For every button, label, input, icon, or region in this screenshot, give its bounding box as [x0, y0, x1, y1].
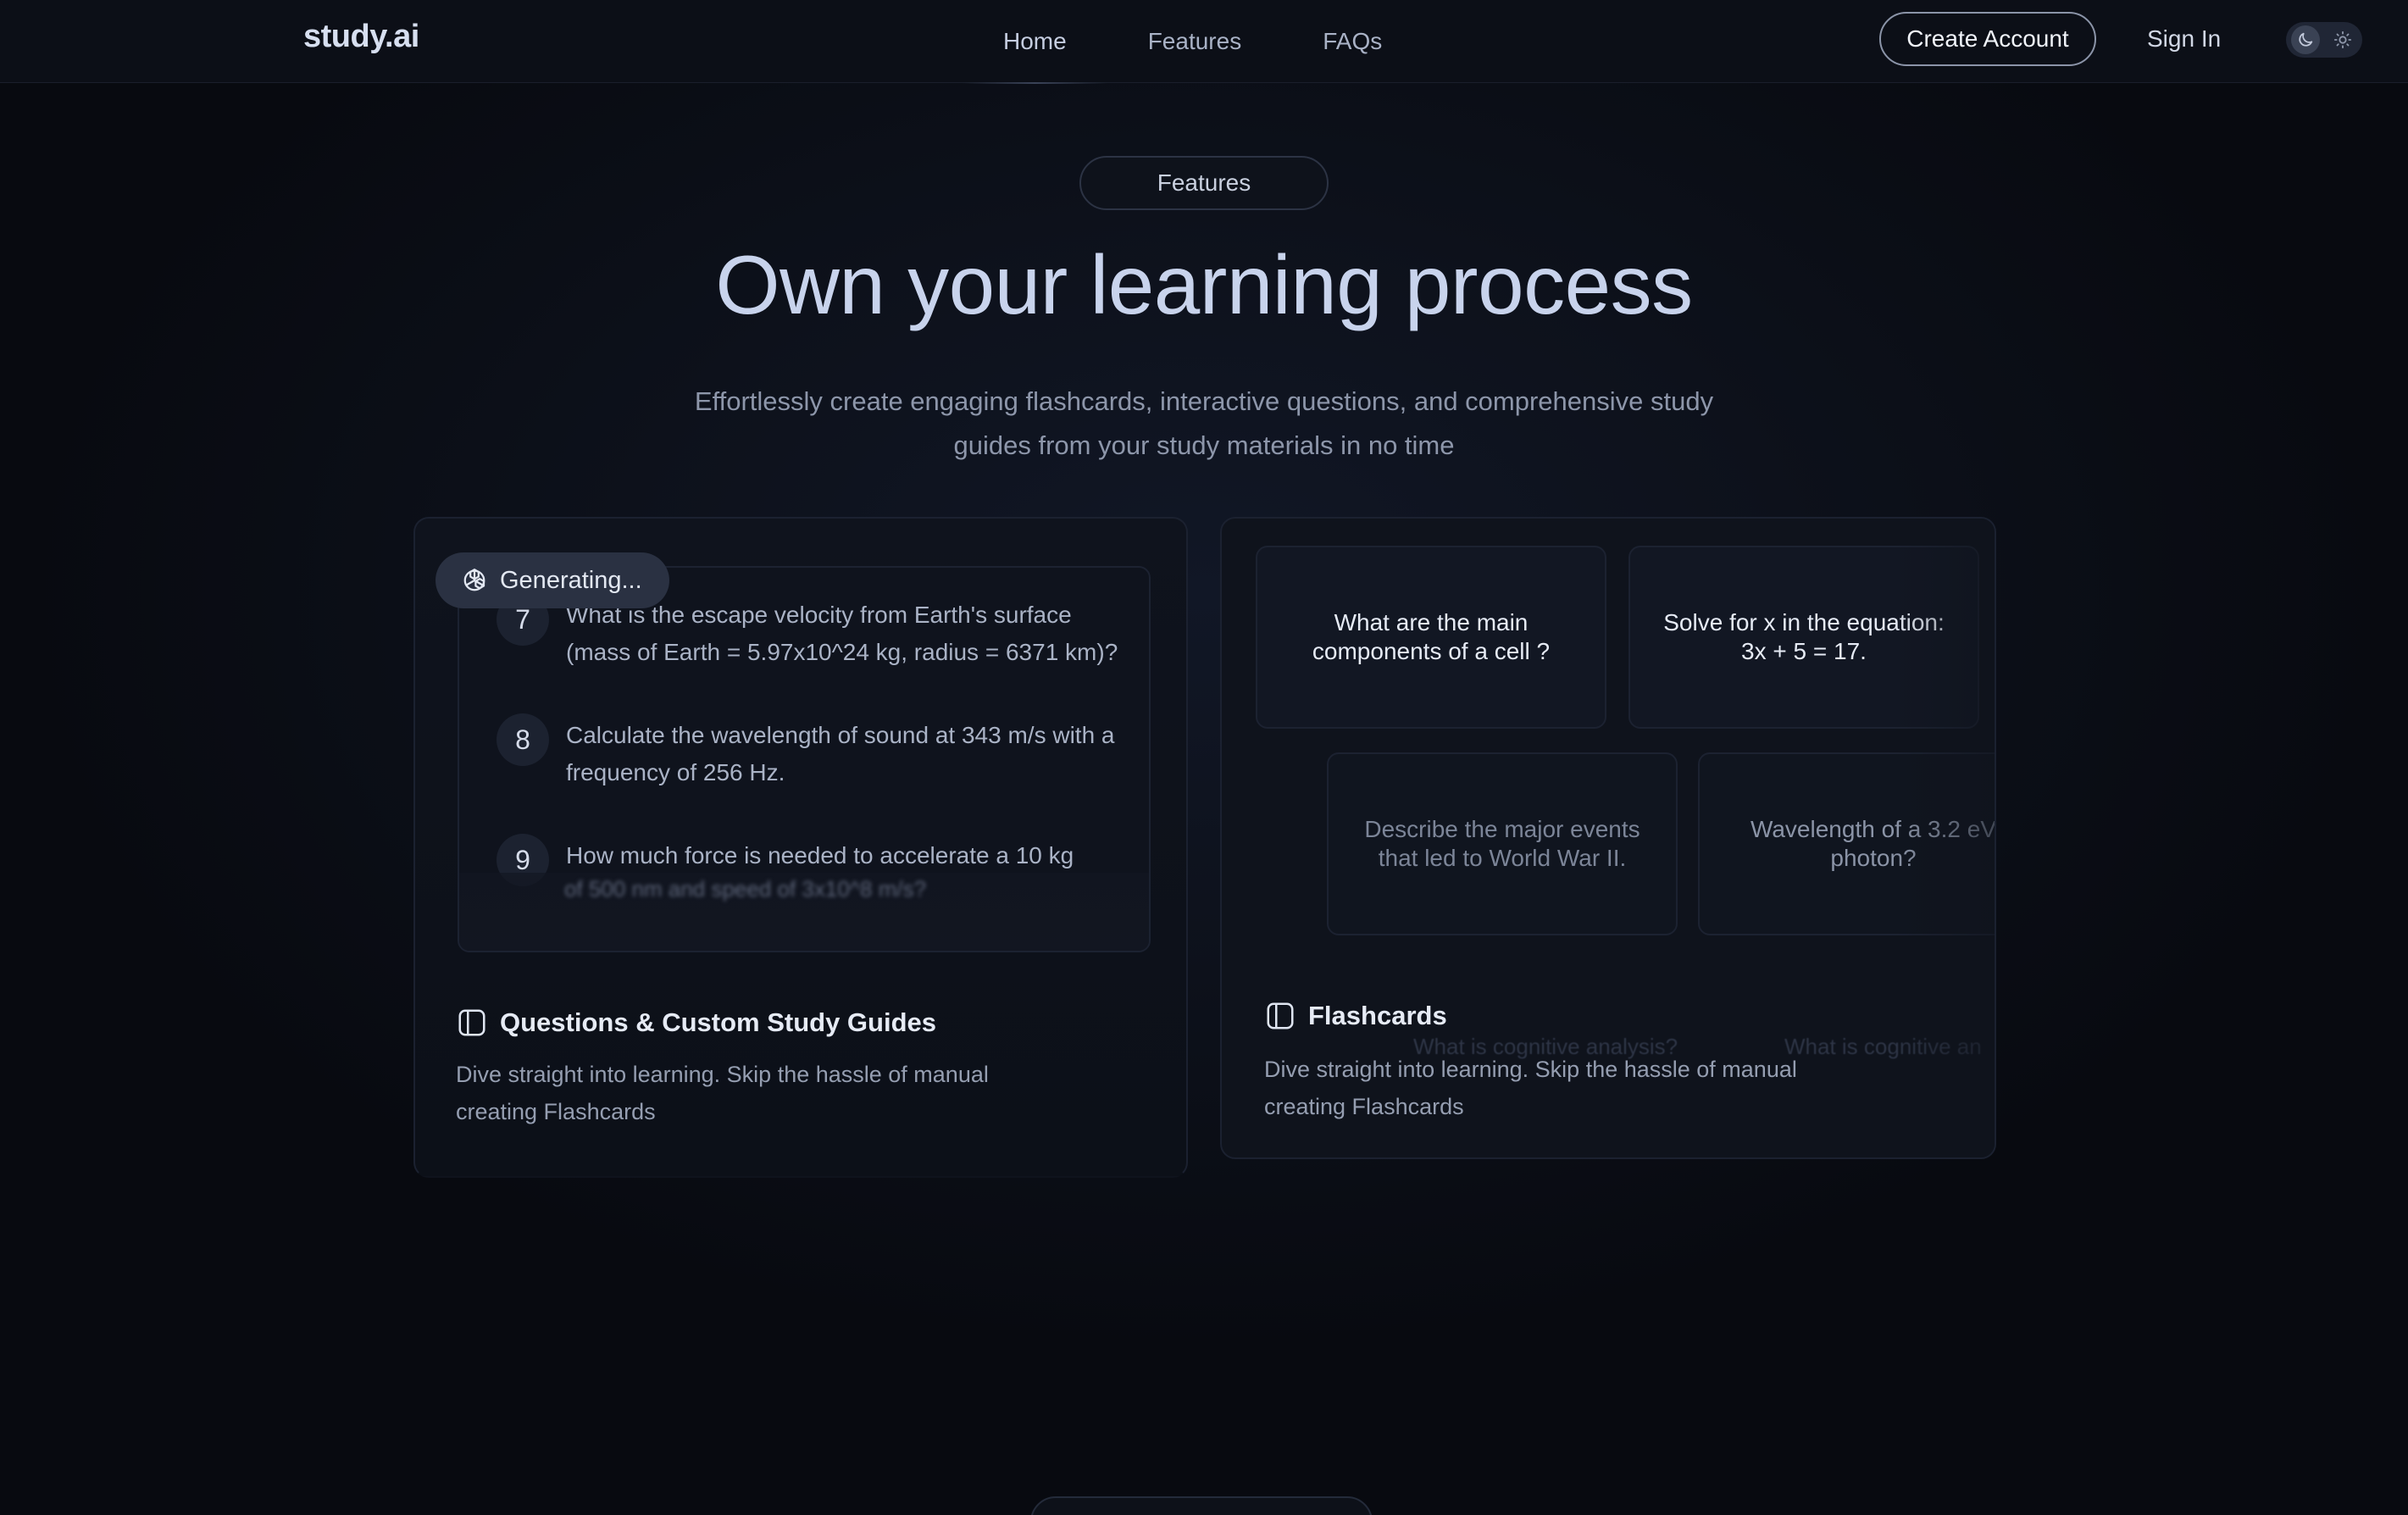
question-text: What is the escape velocity from Earth's…: [566, 602, 1118, 665]
sun-icon: [2328, 25, 2357, 54]
flashcards-card-description: Dive straight into learning. Skip the ha…: [1264, 1057, 1797, 1119]
flashcard[interactable]: What are the main components of a cell ?: [1256, 546, 1606, 729]
create-account-button[interactable]: Create Account: [1879, 12, 2096, 66]
questions-card: Generating... 7 What is the escape veloc…: [413, 517, 1188, 1178]
question-number: 8: [497, 713, 549, 766]
flashcard[interactable]: Describe the major events that led to Wo…: [1327, 752, 1678, 935]
questions-card-description: Dive straight into learning. Skip the ha…: [456, 1062, 989, 1124]
nav-link-features[interactable]: Features: [1107, 0, 1283, 83]
book-icon: [456, 1007, 488, 1039]
openai-icon: [459, 565, 490, 596]
top-nav: study.ai Home Features FAQs Create Accou…: [0, 0, 2408, 84]
generating-label: Generating...: [500, 566, 642, 594]
sign-in-button[interactable]: Sign In: [2147, 12, 2221, 66]
flashcards-title-row: Flashcards: [1264, 1000, 1447, 1032]
blurred-question-text: of 500 nm and speed of 3x10^8 m/s?: [564, 876, 927, 902]
generating-badge: Generating...: [436, 552, 669, 608]
flashcards-card: What are the main components of a cell ?…: [1220, 517, 1996, 1159]
flashcard[interactable]: Solve for x in the equation: 3x + 5 = 17…: [1628, 546, 1979, 729]
nav-link-faqs[interactable]: FAQs: [1282, 0, 1423, 83]
questions-panel[interactable]: 7 What is the escape velocity from Earth…: [458, 566, 1151, 952]
nav-links: Home Features FAQs: [963, 0, 1423, 84]
nav-link-home[interactable]: Home: [963, 0, 1107, 84]
question-item: 8 Calculate the wavelength of sound at 3…: [497, 713, 1124, 791]
questions-title-row: Questions & Custom Study Guides: [456, 1007, 936, 1039]
moon-icon: [2291, 25, 2320, 54]
features-pill: Features: [1079, 156, 1329, 210]
bottom-section-pill: [1030, 1496, 1373, 1515]
page: study.ai Home Features FAQs Create Accou…: [0, 0, 2408, 1515]
flashcard[interactable]: Wavelength of a 3.2 eV photon?: [1698, 752, 1995, 935]
flashcards-card-title: Flashcards: [1308, 1001, 1447, 1030]
book-icon: [1264, 1000, 1296, 1032]
hero-subtitle: Effortlessly create engaging flashcards,…: [694, 386, 1714, 460]
hero-title: Own your learning process: [715, 238, 1693, 331]
logo[interactable]: study.ai: [303, 19, 419, 55]
questions-card-title: Questions & Custom Study Guides: [500, 1007, 936, 1037]
question-text: Calculate the wavelength of sound at 343…: [566, 722, 1115, 785]
theme-toggle[interactable]: [2286, 22, 2362, 58]
